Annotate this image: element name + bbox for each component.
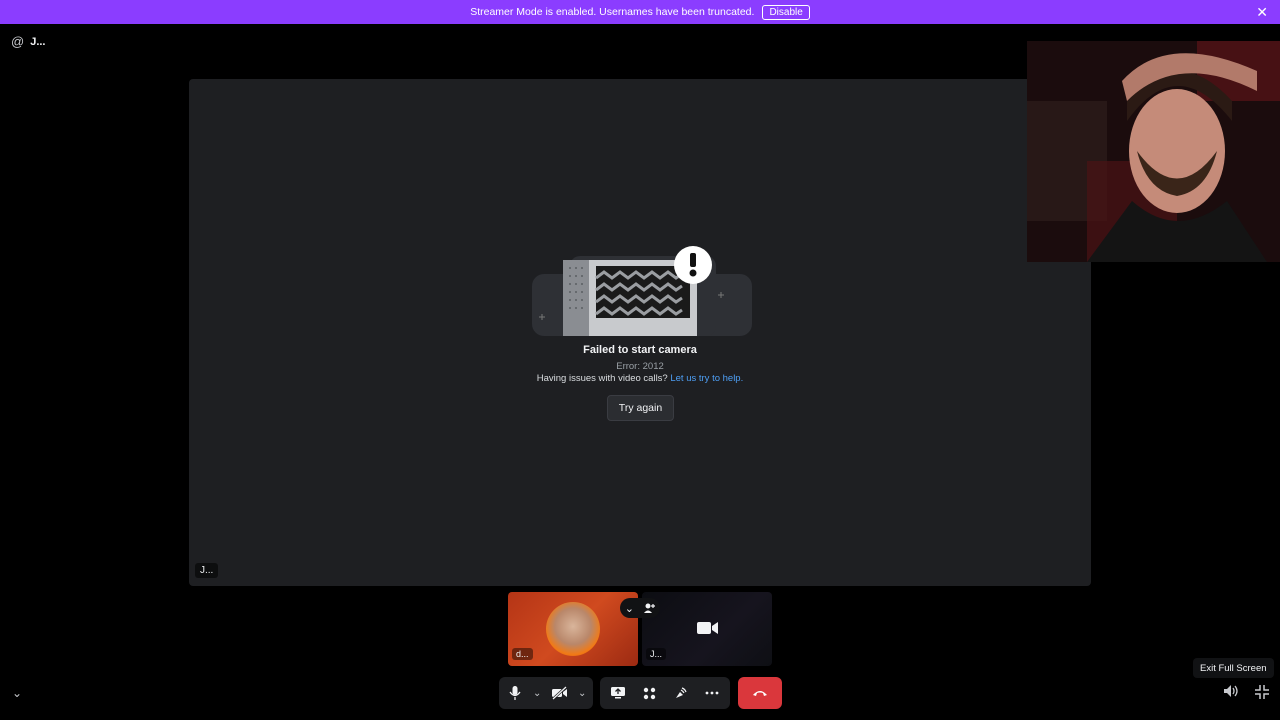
streamer-mode-banner: Streamer Mode is enabled. Usernames have… xyxy=(0,0,1280,24)
screen-share-icon[interactable] xyxy=(608,683,628,703)
at-icon: @ xyxy=(11,34,25,49)
more-icon[interactable] xyxy=(702,683,722,703)
participant-name-tag: J... xyxy=(195,563,219,578)
camera-error-illustration xyxy=(532,246,752,336)
avatar xyxy=(546,602,600,656)
soundboard-icon[interactable] xyxy=(671,683,691,703)
video-camera-icon xyxy=(697,622,718,634)
webcam-overlay xyxy=(1027,41,1280,262)
participant-tile[interactable]: J... xyxy=(642,592,772,666)
error-title: Failed to start camera xyxy=(583,344,697,356)
hang-up-icon xyxy=(753,691,767,696)
call-actions xyxy=(600,677,730,709)
exit-fullscreen-tooltip: Exit Full Screen xyxy=(1193,658,1274,678)
participant-tile[interactable]: d... xyxy=(508,592,638,666)
participant-name: d... xyxy=(512,648,533,660)
webcam-feed-image xyxy=(1027,41,1280,262)
chevron-down-icon[interactable]: ⌄ xyxy=(532,683,542,703)
microphone-icon[interactable] xyxy=(505,683,524,703)
help-line: Having issues with video calls? Let us t… xyxy=(189,373,1091,384)
streamer-mode-text: Streamer Mode is enabled. Usernames have… xyxy=(470,6,755,18)
disable-streamer-mode-button[interactable]: Disable xyxy=(762,4,810,20)
participant-name: J... xyxy=(646,648,667,660)
exit-fullscreen-icon[interactable] xyxy=(1254,684,1270,700)
chevron-down-icon[interactable]: ⌄ xyxy=(577,683,587,703)
help-text: Having issues with video calls? xyxy=(536,373,668,384)
channel-name: J... xyxy=(30,35,46,48)
error-code: Error: 2012 xyxy=(616,361,664,372)
try-again-button[interactable]: Try again xyxy=(607,395,674,421)
voice-controls: ⌄ ⌄ xyxy=(499,677,593,709)
chevron-down-icon[interactable]: ⌄ xyxy=(12,686,22,700)
hang-up-button[interactable] xyxy=(738,677,782,709)
channel-header: @ J... xyxy=(11,34,46,49)
add-friend-icon[interactable] xyxy=(643,602,656,614)
chevron-down-icon[interactable]: ⌄ xyxy=(625,602,634,615)
help-link[interactable]: Let us try to help. xyxy=(670,373,743,384)
tile-controls[interactable]: ⌄ xyxy=(620,598,660,618)
close-banner-icon[interactable]: ✕ xyxy=(1256,4,1268,20)
activities-icon[interactable] xyxy=(639,683,659,703)
main-video-panel[interactable]: Failed to start camera Error: 2012 Havin… xyxy=(189,79,1091,586)
volume-icon[interactable] xyxy=(1223,684,1239,698)
camera-off-icon[interactable] xyxy=(550,683,569,703)
